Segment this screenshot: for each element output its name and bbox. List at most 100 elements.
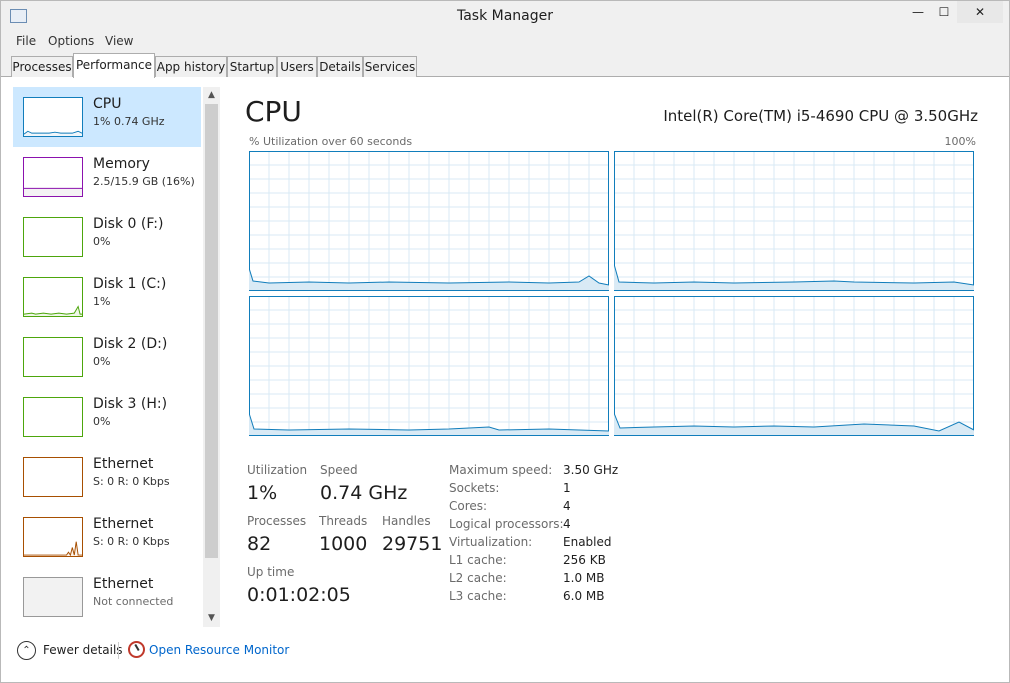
maximize-button[interactable]: ☐	[929, 1, 959, 23]
tab-details[interactable]: Details	[317, 56, 363, 77]
footer: ⌃ Fewer details Open Resource Monitor	[1, 637, 1009, 667]
resource-list: CPU 1% 0.74 GHz Memory 2.5/15.9 GB (16%) Dis…	[11, 87, 221, 627]
sidebar-item-label: Disk 2 (D:)	[93, 336, 168, 352]
cpu-core-graph	[249, 151, 609, 291]
resource-thumbnail-graph	[23, 457, 83, 497]
open-resource-monitor-link[interactable]: Open Resource Monitor	[149, 643, 289, 657]
spec-value: 1	[563, 481, 571, 495]
title-bar: Task Manager — ☐ ✕	[1, 1, 1009, 31]
sidebar-item[interactable]: Ethernet S: 0 R: 0 Kbps	[13, 507, 201, 567]
uptime-label: Up time	[247, 565, 295, 579]
uptime-value: 0:01:02:05	[247, 584, 351, 606]
sidebar-item-status: 1% 0.74 GHz	[93, 115, 165, 128]
sidebar-item-label: Disk 1 (C:)	[93, 276, 167, 292]
tab-app-history[interactable]: App history	[155, 56, 227, 77]
spec-label: Virtualization:	[449, 535, 533, 549]
sidebar-scrollbar[interactable]: ▲ ▼	[203, 87, 220, 627]
menu-bar: File Options View	[1, 31, 1009, 52]
graph-max-label: 100%	[944, 135, 976, 148]
tab-startup[interactable]: Startup	[227, 56, 277, 77]
menu-options[interactable]: Options	[48, 34, 94, 48]
spec-value: 4	[563, 499, 571, 513]
spec-value: 1.0 MB	[563, 571, 605, 585]
tab-services[interactable]: Services	[363, 56, 417, 77]
spec-label: Sockets:	[449, 481, 500, 495]
sidebar-item-label: Ethernet	[93, 456, 154, 472]
collapse-chevron-icon[interactable]: ⌃	[17, 641, 36, 660]
spec-label: L3 cache:	[449, 589, 507, 603]
tab-processes[interactable]: Processes	[11, 56, 73, 77]
spec-label: L2 cache:	[449, 571, 507, 585]
task-manager-window: Task Manager — ☐ ✕ File Options View Pro…	[0, 0, 1010, 683]
cpu-core-graph	[614, 151, 974, 291]
resource-thumbnail-graph	[23, 277, 83, 317]
spec-value: 4	[563, 517, 571, 531]
spec-value: Enabled	[563, 535, 612, 549]
spec-label: Logical processors:	[449, 517, 564, 531]
cpu-detail-panel: CPU Intel(R) Core(TM) i5-4690 CPU @ 3.50…	[233, 87, 993, 627]
sidebar-item[interactable]: Disk 3 (H:) 0%	[13, 387, 201, 447]
sidebar-item-label: Memory	[93, 156, 150, 172]
scroll-down-arrow-icon[interactable]: ▼	[203, 610, 220, 627]
sidebar-item-label: Disk 3 (H:)	[93, 396, 168, 412]
utilization-label: Utilization	[247, 463, 308, 477]
scroll-thumb[interactable]	[205, 104, 218, 558]
resource-thumbnail-graph	[23, 97, 83, 137]
sidebar-item[interactable]: Disk 0 (F:) 0%	[13, 207, 201, 267]
sidebar-item-label: Disk 0 (F:)	[93, 216, 164, 232]
utilization-value: 1%	[247, 482, 278, 504]
tab-strip: Processes Performance App history Startu…	[1, 52, 1009, 78]
spec-value: 3.50 GHz	[563, 463, 619, 477]
menu-file[interactable]: File	[16, 34, 36, 48]
resource-thumbnail-graph	[23, 517, 83, 557]
window-title: Task Manager	[456, 8, 554, 24]
tab-users[interactable]: Users	[277, 56, 317, 77]
spec-value: 6.0 MB	[563, 589, 605, 603]
resource-thumbnail-graph	[23, 397, 83, 437]
graph-caption: % Utilization over 60 seconds	[249, 135, 413, 148]
scroll-up-arrow-icon[interactable]: ▲	[203, 87, 220, 104]
sidebar-item[interactable]: Ethernet Not connected	[13, 567, 201, 627]
resource-thumbnail-graph	[23, 217, 83, 257]
sidebar-item-status: S: 0 R: 0 Kbps	[93, 535, 170, 548]
spec-value: 256 KB	[563, 553, 606, 567]
sidebar-item-status: Not connected	[93, 595, 174, 608]
sidebar-item-label: Ethernet	[93, 576, 154, 592]
sidebar-item-status: 1%	[93, 295, 111, 308]
sidebar-item-status: S: 0 R: 0 Kbps	[93, 475, 170, 488]
fewer-details-button[interactable]: Fewer details	[43, 643, 123, 657]
cpu-core-graph	[249, 296, 609, 436]
cpu-model: Intel(R) Core(TM) i5-4690 CPU @ 3.50GHz	[663, 107, 978, 125]
resource-thumbnail-graph	[23, 577, 83, 617]
threads-label: Threads	[319, 514, 368, 528]
sidebar-item[interactable]: Disk 1 (C:) 1%	[13, 267, 201, 327]
menu-view[interactable]: View	[105, 34, 133, 48]
processes-value: 82	[247, 533, 272, 555]
spec-label: L1 cache:	[449, 553, 507, 567]
spec-label: Cores:	[449, 499, 488, 513]
sidebar-item-status: 0%	[93, 355, 111, 368]
sidebar-item-label: Ethernet	[93, 516, 154, 532]
processes-label: Processes	[247, 514, 307, 528]
sidebar-item[interactable]: Disk 2 (D:) 0%	[13, 327, 201, 387]
footer-divider	[118, 642, 119, 659]
sidebar-item[interactable]: Ethernet S: 0 R: 0 Kbps	[13, 447, 201, 507]
sidebar-item[interactable]: CPU 1% 0.74 GHz	[13, 87, 201, 147]
resource-monitor-icon[interactable]	[128, 641, 145, 658]
cpu-core-graph	[614, 296, 974, 436]
sidebar-item-status: 2.5/15.9 GB (16%)	[93, 175, 195, 188]
page-title: CPU	[245, 95, 302, 128]
resource-thumbnail-graph	[23, 337, 83, 377]
close-button[interactable]: ✕	[957, 1, 1003, 23]
sidebar-item-status: 0%	[93, 415, 111, 428]
speed-label: Speed	[320, 463, 358, 477]
threads-value: 1000	[319, 533, 368, 555]
handles-value: 29751	[382, 533, 443, 555]
speed-value: 0.74 GHz	[320, 482, 408, 504]
tab-performance[interactable]: Performance	[73, 53, 155, 78]
sidebar-item[interactable]: Memory 2.5/15.9 GB (16%)	[13, 147, 201, 207]
spec-label: Maximum speed:	[449, 463, 553, 477]
resource-thumbnail-graph	[23, 157, 83, 197]
sidebar-item-label: CPU	[93, 96, 122, 112]
sidebar-item-status: 0%	[93, 235, 111, 248]
